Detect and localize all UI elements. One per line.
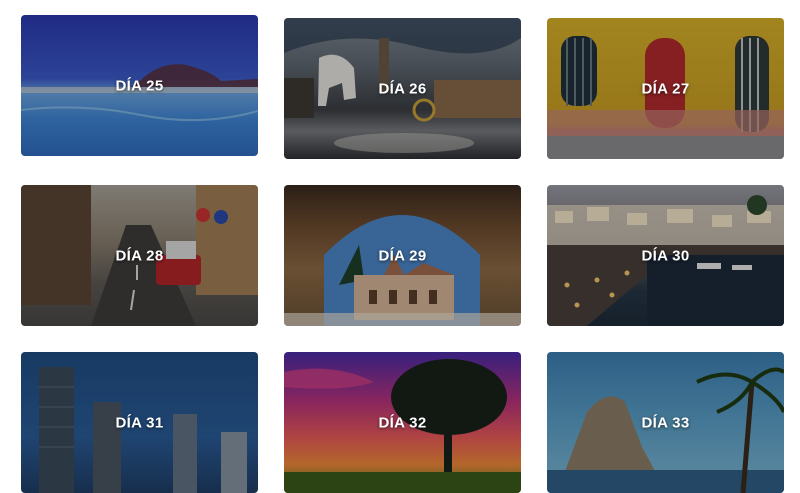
- day-card-label: DÍA 32: [378, 414, 427, 431]
- day-card-28[interactable]: DÍA 28: [21, 185, 258, 326]
- day-card-label: DÍA 28: [115, 247, 164, 264]
- day-card-33[interactable]: DÍA 33: [547, 352, 784, 493]
- day-card-26[interactable]: DÍA 26: [284, 18, 521, 159]
- day-card-label: DÍA 26: [378, 80, 427, 97]
- day-card-30[interactable]: DÍA 30: [547, 185, 784, 326]
- day-card-label: DÍA 30: [641, 247, 690, 264]
- day-card-31[interactable]: DÍA 31: [21, 352, 258, 493]
- day-card-label: DÍA 31: [115, 414, 164, 431]
- day-card-label: DÍA 27: [641, 80, 690, 97]
- day-card-label: DÍA 33: [641, 414, 690, 431]
- day-card-25[interactable]: DÍA 25: [21, 15, 258, 156]
- day-card-29[interactable]: DÍA 29: [284, 185, 521, 326]
- day-card-32[interactable]: DÍA 32: [284, 352, 521, 493]
- day-card-label: DÍA 25: [115, 77, 164, 94]
- day-card-27[interactable]: DÍA 27: [547, 18, 784, 159]
- day-card-label: DÍA 29: [378, 247, 427, 264]
